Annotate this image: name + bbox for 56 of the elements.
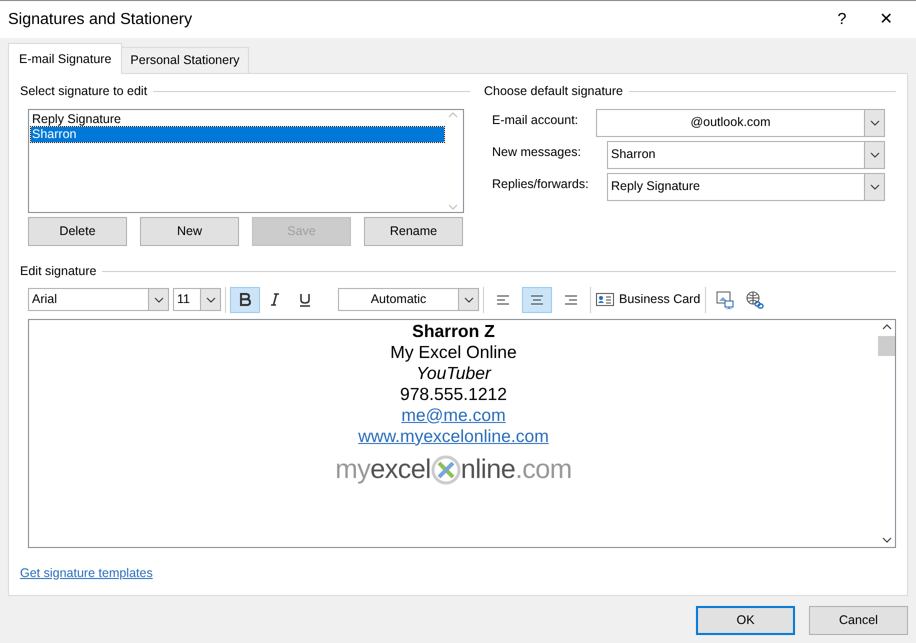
field-label: E-mail account: xyxy=(492,112,580,129)
help-button[interactable]: ? xyxy=(820,6,864,32)
action-button[interactable]: Delete xyxy=(28,216,127,246)
group-heading: Edit signature xyxy=(20,262,96,280)
color-dropdown[interactable]: Automatic xyxy=(338,288,479,311)
dropdown-field[interactable]: Sharron xyxy=(607,140,885,169)
dialog-button[interactable]: OK xyxy=(696,606,795,635)
scrollbar-thumb[interactable] xyxy=(878,336,895,356)
templates-link[interactable]: Get signature templates xyxy=(20,566,153,580)
contact-card-icon xyxy=(596,293,614,306)
signature-link[interactable]: www.myexcelonline.com xyxy=(358,426,549,446)
dropdown-icon xyxy=(206,296,216,302)
size-dropdown[interactable]: 11 xyxy=(173,288,221,311)
dialog-button[interactable]: Cancel xyxy=(809,606,908,635)
dropdown-icon xyxy=(154,296,164,302)
field-label: Replies/forwards: xyxy=(492,176,590,193)
window-title: Signatures and Stationery xyxy=(8,10,194,30)
align-center-button[interactable] xyxy=(522,286,552,312)
business-card-button[interactable]: Business Card xyxy=(595,286,702,312)
scroll-down-icon xyxy=(882,536,892,542)
bold-button[interactable] xyxy=(230,286,260,312)
align-icon xyxy=(496,294,510,306)
group-heading: Choose default signature xyxy=(484,83,623,100)
dropdown-field[interactable]: @outlook.com xyxy=(596,108,885,137)
signature-text: 978.555.1212 xyxy=(400,384,508,404)
logo: myexcel nline.com xyxy=(335,454,572,484)
group-heading: Select signature to edit xyxy=(20,83,148,100)
globe-link-icon xyxy=(746,290,764,308)
dropdown-icon xyxy=(464,296,474,302)
scroll-up-icon xyxy=(882,324,892,330)
close-button[interactable]: ✕ xyxy=(864,6,908,32)
list-item[interactable]: Reply Signature xyxy=(31,112,444,127)
tab[interactable]: Personal Stationery xyxy=(121,47,248,73)
bold-icon xyxy=(239,293,251,306)
signature-text: YouTuber xyxy=(416,362,491,382)
action-button[interactable]: New xyxy=(140,216,239,246)
picture-icon xyxy=(716,290,734,308)
signature-text: My Excel Online xyxy=(390,342,517,362)
scroll-down-icon xyxy=(448,204,458,210)
field-label: New messages: xyxy=(492,144,582,161)
signature-link[interactable]: me@me.com xyxy=(401,404,506,424)
signature-text: Sharron Z xyxy=(412,320,495,340)
font-dropdown[interactable]: Arial xyxy=(28,288,169,311)
underline-icon xyxy=(299,292,311,306)
signature-list[interactable]: Reply Signature Sharron xyxy=(28,108,464,213)
tab[interactable]: E-mail Signature xyxy=(8,43,122,74)
dropdown-icon xyxy=(870,120,880,126)
dropdown-icon xyxy=(870,152,880,158)
align-icon xyxy=(564,294,578,306)
dropdown-field[interactable]: Reply Signature xyxy=(607,172,885,201)
italic-icon xyxy=(270,293,280,306)
scroll-up-icon xyxy=(448,112,458,118)
align-icon xyxy=(530,294,544,306)
list-item[interactable]: Sharron xyxy=(31,126,444,142)
action-button[interactable]: Rename xyxy=(364,216,463,246)
dropdown-icon xyxy=(870,184,880,190)
